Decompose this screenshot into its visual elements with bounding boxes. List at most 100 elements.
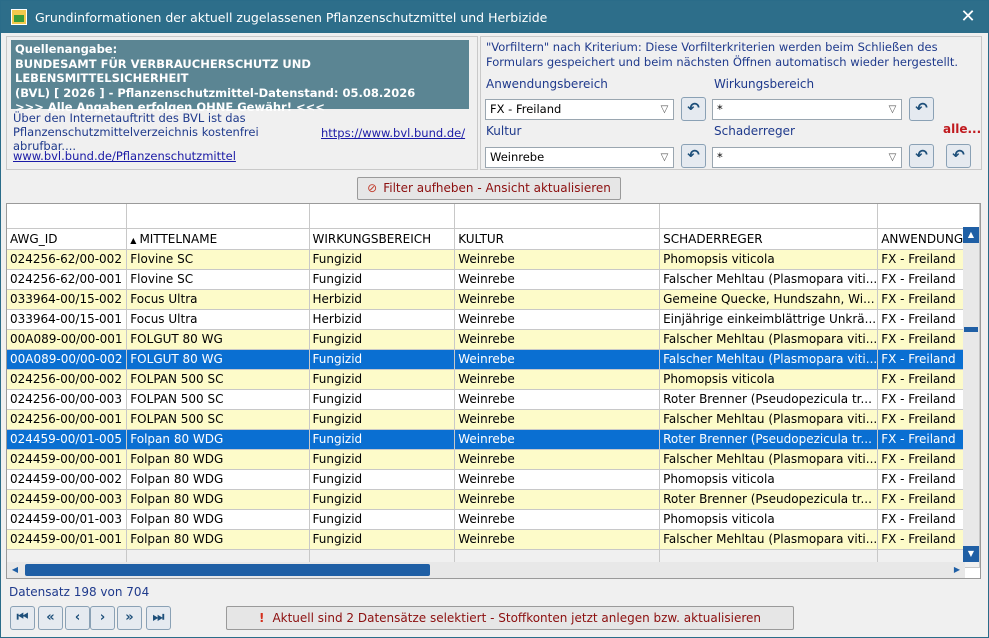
table-cell[interactable]: Weinrebe (454, 369, 661, 390)
table-cell[interactable]: 024256-00/00-003 (7, 389, 128, 410)
vertical-scroll-thumb[interactable] (964, 327, 978, 332)
column-filter-cell[interactable] (126, 204, 310, 229)
column-header-schaderreger[interactable]: SCHADERREGER (659, 228, 879, 250)
table-row[interactable]: 00A089-00/00-001 FOLGUT 80 WG Fungizid Wein… (7, 329, 980, 350)
table-cell[interactable]: Fungizid (309, 329, 456, 350)
table-cell[interactable]: 024459-00/00-003 (7, 489, 128, 510)
table-cell[interactable]: FOLPAN 500 SC (126, 389, 310, 410)
table-cell[interactable]: Folpan 80 WDG (126, 509, 310, 530)
table-row[interactable]: 024459-00/01-005 Folpan 80 WDG Fungizid Wei… (7, 429, 980, 450)
table-cell[interactable]: FOLGUT 80 WG (126, 349, 310, 370)
table-cell[interactable]: Falscher Mehltau (Plasmopara viti... (659, 329, 879, 350)
table-cell[interactable]: 00A089-00/00-002 (7, 349, 128, 370)
column-filter-cell[interactable] (7, 204, 128, 229)
table-cell[interactable]: 00A089-00/00-001 (7, 329, 128, 350)
table-cell[interactable]: Flovine SC (126, 269, 310, 290)
chevron-down-icon[interactable]: ▽ (656, 100, 673, 119)
scroll-right-icon[interactable]: ▶ (949, 562, 965, 578)
table-cell[interactable]: Weinrebe (454, 389, 661, 410)
table-cell[interactable]: Folpan 80 WDG (126, 449, 310, 470)
table-cell[interactable]: Focus Ultra (126, 289, 310, 310)
horizontal-scroll-thumb[interactable] (25, 564, 430, 576)
table-row[interactable]: 024459-00/01-003 Folpan 80 WDG Fungizid Wei… (7, 509, 980, 530)
table-cell[interactable]: Flovine SC (126, 249, 310, 270)
table-cell[interactable]: Phomopsis viticola (659, 369, 879, 390)
table-cell[interactable]: 024256-00/00-001 (7, 409, 128, 430)
data-grid[interactable]: AWG_ID ▲ MITTELNAME WIRKUNGSBEREICH KULTU… (6, 203, 981, 579)
reset-kultur-button[interactable]: ↶ (681, 144, 706, 168)
table-cell[interactable]: 024459-00/01-003 (7, 509, 128, 530)
previous-record-button[interactable]: ‹ (65, 606, 90, 630)
reset-wirkungsbereich-button[interactable]: ↶ (909, 97, 934, 121)
table-cell[interactable]: Weinrebe (454, 289, 661, 310)
table-row[interactable]: 024256-00/00-001 FOLPAN 500 SC Fungizid Wei… (7, 409, 980, 430)
column-filter-cell[interactable] (454, 204, 661, 229)
table-cell[interactable]: Folpan 80 WDG (126, 529, 310, 550)
table-cell[interactable]: Folpan 80 WDG (126, 489, 310, 510)
table-cell[interactable]: Phomopsis viticola (659, 249, 879, 270)
clear-filter-button[interactable]: ⊘ Filter aufheben - Ansicht aktualisieren (357, 177, 621, 200)
table-cell[interactable]: Weinrebe (454, 249, 661, 270)
table-cell[interactable]: Fungizid (309, 449, 456, 470)
reset-all-button[interactable]: ↶ (946, 144, 971, 168)
table-cell[interactable]: FOLGUT 80 WG (126, 329, 310, 350)
table-cell[interactable]: 024459-00/00-001 (7, 449, 128, 470)
table-cell[interactable]: 024459-00/01-005 (7, 429, 128, 450)
table-cell[interactable]: 033964-00/15-001 (7, 309, 128, 330)
column-header-mittelname[interactable]: ▲ MITTELNAME (126, 228, 310, 250)
table-cell[interactable]: Fungizid (309, 269, 456, 290)
table-cell[interactable]: Roter Brenner (Pseudopezicula tr... (659, 389, 879, 410)
table-cell[interactable]: Weinrebe (454, 309, 661, 330)
table-cell[interactable]: FOLPAN 500 SC (126, 369, 310, 390)
kultur-combo[interactable]: Weinrebe ▽ (485, 147, 674, 168)
chevron-down-icon[interactable]: ▽ (884, 148, 901, 167)
table-cell[interactable]: Weinrebe (454, 489, 661, 510)
table-cell[interactable]: Falscher Mehltau (Plasmopara viti... (659, 529, 879, 550)
table-row[interactable]: 024459-00/01-001 Folpan 80 WDG Fungizid Wei… (7, 529, 980, 550)
chevron-down-icon[interactable]: ▽ (656, 148, 673, 167)
table-row[interactable]: 024256-62/00-002 Flovine SC Fungizid Weinre… (7, 249, 980, 270)
anwendungsbereich-combo[interactable]: FX - Freiland ▽ (485, 99, 674, 120)
reset-anwendungsbereich-button[interactable]: ↶ (681, 97, 706, 121)
table-cell[interactable]: Fungizid (309, 529, 456, 550)
table-cell[interactable]: Folpan 80 WDG (126, 429, 310, 450)
bvl-psm-link[interactable]: www.bvl.bund.de/Pflanzenschutzmittel (13, 149, 236, 163)
last-record-button[interactable]: ⏭ (146, 606, 171, 630)
chevron-down-icon[interactable]: ▽ (884, 100, 901, 119)
table-cell[interactable]: Falscher Mehltau (Plasmopara viti... (659, 449, 879, 470)
table-cell[interactable]: Weinrebe (454, 349, 661, 370)
table-cell[interactable]: Falscher Mehltau (Plasmopara viti... (659, 409, 879, 430)
table-cell[interactable]: Fungizid (309, 509, 456, 530)
table-cell[interactable]: Weinrebe (454, 469, 661, 490)
table-cell[interactable]: Falscher Mehltau (Plasmopara viti... (659, 269, 879, 290)
table-cell[interactable]: Fungizid (309, 409, 456, 430)
table-cell[interactable]: Fungizid (309, 349, 456, 370)
table-row[interactable]: 033964-00/15-002 Focus Ultra Herbizid Weinr… (7, 289, 980, 310)
first-record-button[interactable]: ⏮ (10, 606, 35, 630)
table-cell[interactable]: Fungizid (309, 249, 456, 270)
table-cell[interactable]: Einjährige einkeimblättrige Unkrä... (659, 309, 879, 330)
vertical-scrollbar[interactable]: ▲ ▼ (963, 227, 979, 562)
table-cell[interactable]: Weinrebe (454, 449, 661, 470)
table-row[interactable]: 024459-00/00-002 Folpan 80 WDG Fungizid Wei… (7, 469, 980, 490)
table-cell[interactable]: Phomopsis viticola (659, 469, 879, 490)
table-cell[interactable]: Fungizid (309, 389, 456, 410)
table-cell[interactable]: Falscher Mehltau (Plasmopara viti... (659, 349, 879, 370)
next-record-button[interactable]: › (90, 606, 115, 630)
table-cell[interactable]: Herbizid (309, 309, 456, 330)
table-row[interactable]: 024256-00/00-003 FOLPAN 500 SC Fungizid Wei… (7, 389, 980, 410)
horizontal-scrollbar[interactable]: ◀ ▶ (7, 562, 965, 578)
table-cell[interactable]: Phomopsis viticola (659, 509, 879, 530)
schaderreger-combo[interactable]: * ▽ (712, 147, 902, 168)
table-cell[interactable]: Weinrebe (454, 329, 661, 350)
table-cell[interactable]: 033964-00/15-002 (7, 289, 128, 310)
table-cell[interactable]: Focus Ultra (126, 309, 310, 330)
table-cell[interactable]: 024256-62/00-001 (7, 269, 128, 290)
table-cell[interactable]: Herbizid (309, 289, 456, 310)
column-filter-cell[interactable] (309, 204, 456, 229)
table-cell[interactable]: Weinrebe (454, 429, 661, 450)
table-cell[interactable]: Weinrebe (454, 529, 661, 550)
table-row[interactable]: 00A089-00/00-002 FOLGUT 80 WG Fungizid Wein… (7, 349, 980, 370)
reset-schaderreger-button[interactable]: ↶ (909, 144, 934, 168)
table-cell[interactable]: Fungizid (309, 429, 456, 450)
